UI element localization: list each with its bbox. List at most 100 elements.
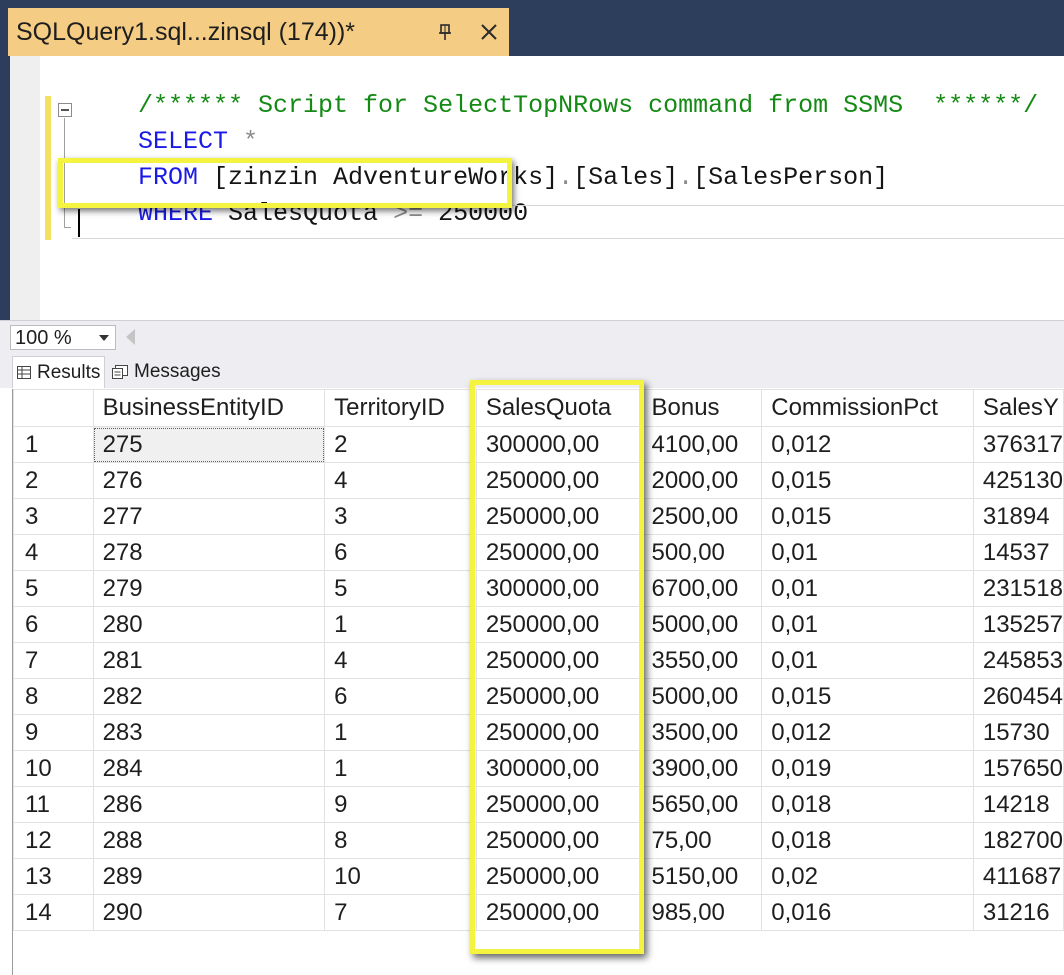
table-cell[interactable]: 0,015 (761, 462, 974, 499)
pin-icon[interactable] (436, 22, 454, 42)
scroll-left-arrow-icon[interactable] (126, 329, 135, 345)
row-number-cell[interactable]: 4 (13, 534, 94, 571)
table-cell[interactable]: 284 (92, 750, 326, 787)
table-cell[interactable]: 0,015 (761, 498, 974, 535)
table-cell[interactable]: 288 (92, 822, 326, 859)
table-cell[interactable]: 0,012 (761, 426, 974, 463)
table-cell[interactable]: 280 (92, 606, 326, 643)
table-cell[interactable]: 157650 (972, 750, 1064, 787)
table-cell[interactable]: 245853 (972, 642, 1064, 679)
table-cell[interactable]: 2 (324, 426, 477, 463)
table-cell[interactable]: 4100,00 (641, 426, 763, 463)
table-cell[interactable]: 276 (92, 462, 326, 499)
table-cell[interactable]: 2000,00 (641, 462, 763, 499)
collapse-region-icon[interactable] (58, 103, 72, 117)
row-number-cell[interactable]: 1 (13, 426, 94, 463)
table-cell[interactable]: 0,018 (761, 822, 974, 859)
table-cell[interactable]: 3900,00 (641, 750, 763, 787)
table-cell[interactable]: 4 (324, 642, 477, 679)
table-cell[interactable]: 31216 (972, 894, 1064, 931)
table-cell[interactable]: 5 (324, 570, 477, 607)
table-cell[interactable]: 6700,00 (641, 570, 763, 607)
table-cell[interactable]: 376317 (972, 426, 1064, 463)
table-cell[interactable]: 14537 (972, 534, 1064, 571)
table-cell[interactable]: 286 (92, 786, 326, 823)
table-cell[interactable]: 6 (324, 534, 477, 571)
table-cell[interactable]: 283 (92, 714, 326, 751)
row-number-cell[interactable]: 12 (13, 822, 94, 859)
table-cell[interactable]: 231518 (972, 570, 1064, 607)
table-cell[interactable]: 31894 (972, 498, 1064, 535)
table-cell[interactable]: 1 (324, 714, 477, 751)
table-cell[interactable]: 279 (92, 570, 326, 607)
table-cell[interactable]: 0,019 (761, 750, 974, 787)
header-cell[interactable]: TerritoryID (324, 389, 477, 427)
row-number-cell[interactable]: 6 (13, 606, 94, 643)
row-number-cell[interactable]: 11 (13, 786, 94, 823)
table-cell[interactable]: 9 (324, 786, 477, 823)
table-cell[interactable]: 3550,00 (641, 642, 763, 679)
row-number-cell[interactable]: 14 (13, 894, 94, 931)
table-cell[interactable]: 0,012 (761, 714, 974, 751)
table-cell[interactable]: 14218 (972, 786, 1064, 823)
table-cell[interactable]: 5650,00 (641, 786, 763, 823)
table-cell[interactable]: 425130 (972, 462, 1064, 499)
table-cell[interactable]: 0,01 (761, 642, 974, 679)
table-cell[interactable]: 985,00 (641, 894, 763, 931)
table-cell[interactable]: 1 (324, 606, 477, 643)
row-number-cell[interactable]: 13 (13, 858, 94, 895)
header-cell[interactable]: Bonus (641, 389, 763, 427)
table-cell[interactable]: 15730 (972, 714, 1064, 751)
table-cell[interactable]: 278 (92, 534, 326, 571)
row-number-cell[interactable]: 10 (13, 750, 94, 787)
table-cell[interactable]: 10 (324, 858, 477, 895)
table-cell[interactable]: 275 (92, 426, 326, 463)
table-cell[interactable]: 0,016 (761, 894, 974, 931)
table-cell[interactable]: 8 (324, 822, 477, 859)
zoom-dropdown[interactable]: 100 % (10, 325, 116, 350)
table-cell[interactable]: 0,015 (761, 678, 974, 715)
table-cell[interactable]: 5000,00 (641, 606, 763, 643)
row-number-cell[interactable]: 8 (13, 678, 94, 715)
table-cell[interactable]: 0,01 (761, 534, 974, 571)
table-cell[interactable]: 6 (324, 678, 477, 715)
tab-results[interactable]: Results (12, 356, 105, 388)
table-cell[interactable]: 281 (92, 642, 326, 679)
table-cell[interactable]: 3 (324, 498, 477, 535)
table-cell[interactable]: 282 (92, 678, 326, 715)
row-number-cell[interactable]: 2 (13, 462, 94, 499)
table-cell[interactable]: 2500,00 (641, 498, 763, 535)
table-cell[interactable]: 4 (324, 462, 477, 499)
table-cell[interactable]: 135257 (972, 606, 1064, 643)
table-cell[interactable]: 500,00 (641, 534, 763, 571)
close-icon[interactable] (478, 21, 500, 43)
table-cell[interactable]: 3500,00 (641, 714, 763, 751)
row-number-cell[interactable]: 3 (13, 498, 94, 535)
query-editor[interactable]: /****** Script for SelectTopNRows comman… (0, 56, 1064, 320)
header-cell[interactable] (13, 389, 94, 427)
table-cell[interactable]: 0,02 (761, 858, 974, 895)
table-cell[interactable]: 277 (92, 498, 326, 535)
table-cell[interactable]: 411687 (972, 858, 1064, 895)
table-cell[interactable]: 75,00 (641, 822, 763, 859)
table-cell[interactable]: 0,018 (761, 786, 974, 823)
table-cell[interactable]: 182700 (972, 822, 1064, 859)
table-cell[interactable]: 290 (92, 894, 326, 931)
tab-messages[interactable]: Messages (108, 356, 224, 388)
header-cell[interactable]: BusinessEntityID (92, 389, 326, 427)
row-number-cell[interactable]: 9 (13, 714, 94, 751)
query-document-tab[interactable]: SQLQuery1.sql...zinsql (174))* (8, 8, 509, 56)
header-cell[interactable]: SalesY (972, 389, 1064, 427)
table-cell[interactable]: 0,01 (761, 570, 974, 607)
table-cell[interactable]: 289 (92, 858, 326, 895)
table-cell[interactable]: 7 (324, 894, 477, 931)
row-number-cell[interactable]: 7 (13, 642, 94, 679)
table-cell[interactable]: 0,01 (761, 606, 974, 643)
chevron-down-icon[interactable] (99, 335, 109, 341)
table-cell[interactable]: 1 (324, 750, 477, 787)
table-cell[interactable]: 5150,00 (641, 858, 763, 895)
header-cell[interactable]: CommissionPct (761, 389, 974, 427)
row-number-cell[interactable]: 5 (13, 570, 94, 607)
table-cell[interactable]: 260454 (972, 678, 1064, 715)
table-cell[interactable]: 5000,00 (641, 678, 763, 715)
